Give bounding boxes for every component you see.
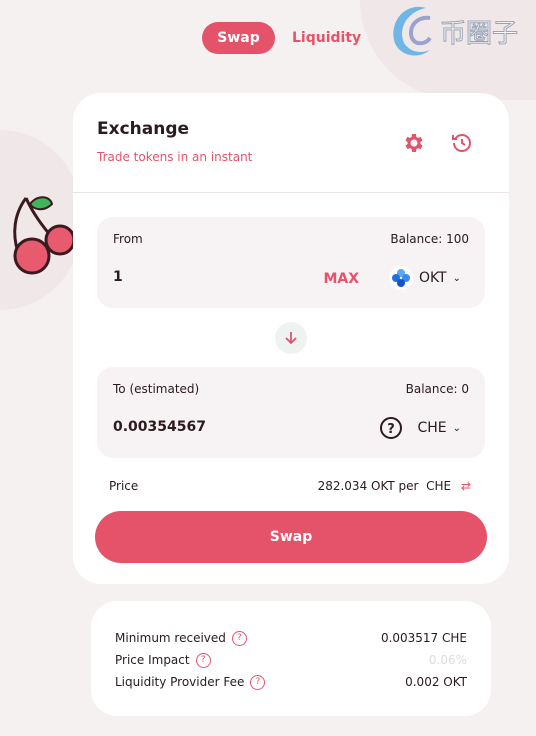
unknown-token-icon: ? <box>380 417 403 439</box>
detail-label: Price Impact <box>115 652 190 667</box>
cherry-icon <box>13 196 76 275</box>
price-row: Price 282.034 OKT per CHE ⇄ <box>109 479 471 493</box>
detail-row: Liquidity Provider Fee? 0.002 OKT <box>115 671 467 693</box>
to-label: To (estimated) <box>113 382 200 396</box>
watermark-e-icon <box>393 6 432 56</box>
watermark-logo: 币圈子 <box>386 2 519 60</box>
svg-text:?: ? <box>388 422 396 437</box>
to-token-symbol: CHE <box>417 420 447 436</box>
price-label: Price <box>109 479 139 493</box>
from-balance: Balance: 100 <box>390 232 469 246</box>
page-subtitle: Trade tokens in an instant <box>97 150 253 164</box>
switch-direction-button[interactable] <box>275 322 307 354</box>
chevron-down-icon: ⌄ <box>452 272 461 284</box>
swap-price-direction-icon[interactable]: ⇄ <box>461 479 471 493</box>
page-title: Exchange <box>97 119 190 139</box>
from-amount-input[interactable] <box>113 269 293 285</box>
price-value: 282.034 OKT per <box>317 479 419 493</box>
detail-label: Minimum received <box>115 630 226 645</box>
max-button[interactable]: MAX <box>323 271 359 287</box>
gear-icon[interactable] <box>401 131 425 155</box>
okt-token-icon <box>388 266 413 290</box>
price-unit: CHE <box>426 479 452 493</box>
to-panel: To (estimated) Balance: 0 ? CHE ⌄ <box>97 367 485 458</box>
detail-row: Minimum received? 0.003517 CHE <box>115 627 467 649</box>
divider <box>73 192 509 193</box>
history-icon[interactable] <box>449 131 473 155</box>
arrow-down-icon <box>285 332 297 345</box>
chevron-down-icon: ⌄ <box>452 422 461 434</box>
to-balance: Balance: 0 <box>405 382 469 396</box>
from-label: From <box>113 232 143 246</box>
detail-value: 0.002 OKT <box>405 675 467 689</box>
from-token-select[interactable]: OKT ⌄ <box>388 266 461 290</box>
nav-tabs: Swap Liquidity <box>202 22 361 54</box>
help-icon[interactable]: ? <box>250 674 266 690</box>
help-icon[interactable]: ? <box>231 630 247 646</box>
detail-label: Liquidity Provider Fee <box>115 674 245 689</box>
exchange-card: Exchange Trade tokens in an instant From… <box>73 93 509 584</box>
watermark-text: 币圈子 <box>439 18 519 49</box>
from-token-symbol: OKT <box>418 270 447 286</box>
help-icon[interactable]: ? <box>195 652 211 668</box>
detail-value: 0.003517 CHE <box>380 631 467 645</box>
swap-button[interactable]: Swap <box>95 511 487 563</box>
to-token-select[interactable]: ? CHE ⌄ <box>379 416 461 440</box>
detail-value: 0.06% <box>428 653 467 667</box>
from-panel: From Balance: 100 MAX OKT ⌄ <box>97 217 485 308</box>
trade-details-card: Minimum received? 0.003517 CHE Price Impa… <box>91 601 491 716</box>
detail-row: Price Impact? 0.06% <box>115 649 467 671</box>
tab-swap[interactable]: Swap <box>202 22 275 54</box>
to-amount-input[interactable] <box>113 419 293 435</box>
tab-liquidity[interactable]: Liquidity <box>292 30 361 46</box>
